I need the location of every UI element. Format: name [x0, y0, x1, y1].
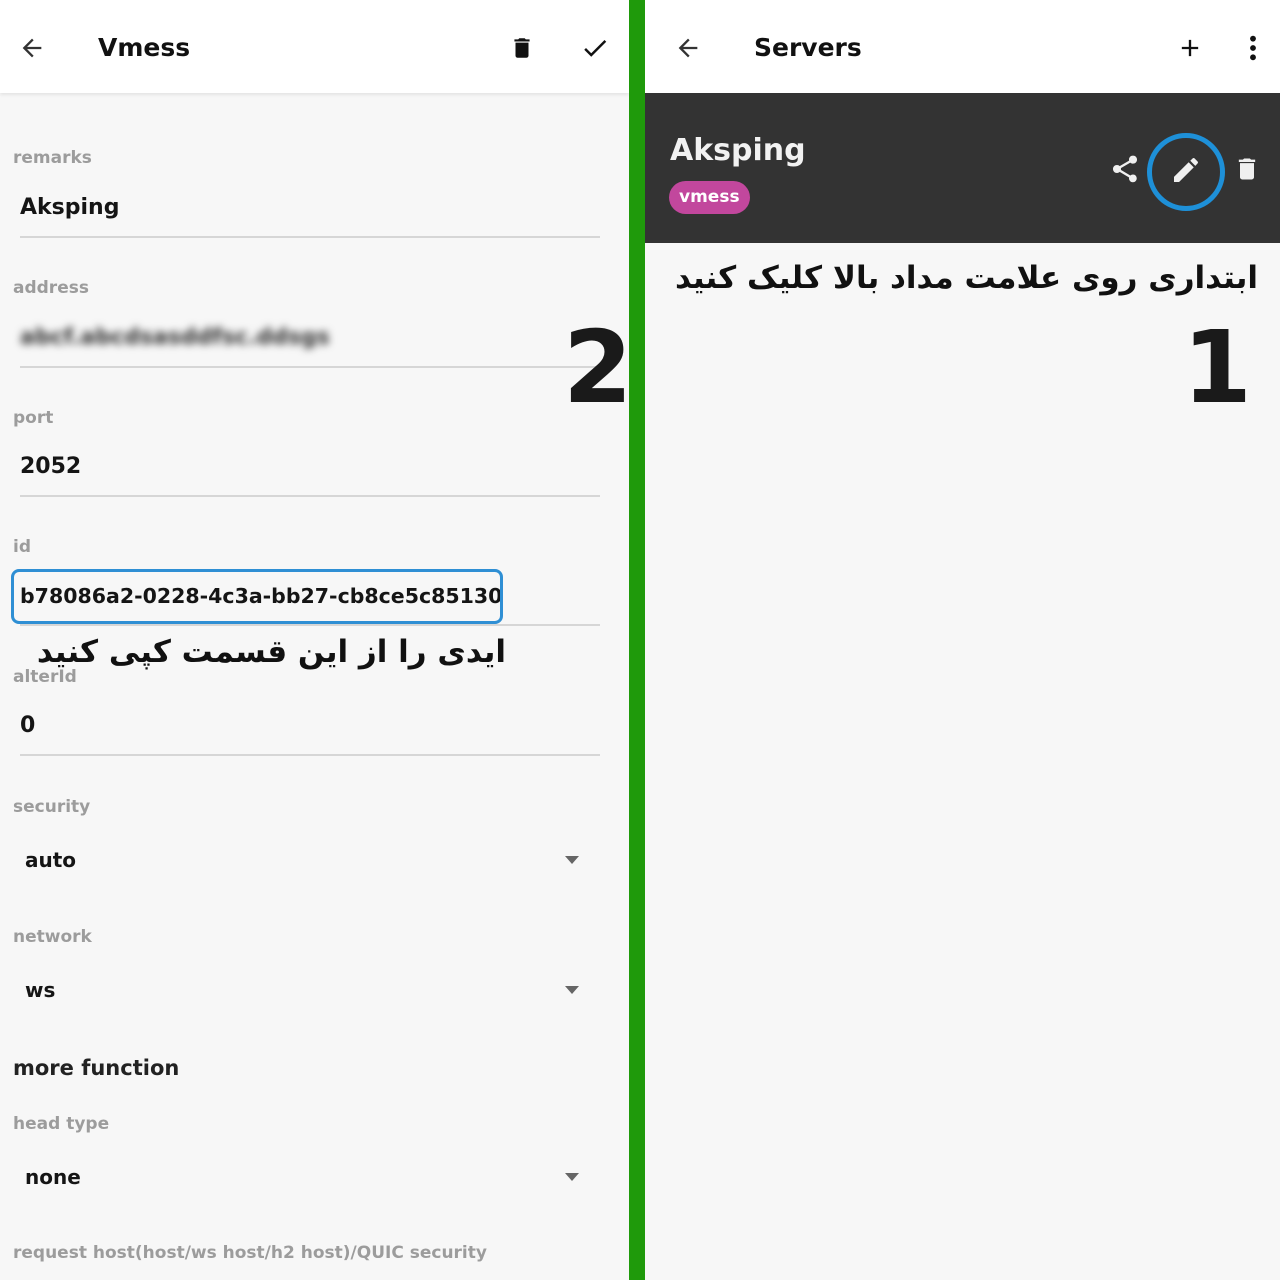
protocol-badge: vmess [669, 181, 750, 214]
page-title: Vmess [98, 33, 191, 62]
plus-icon[interactable] [1168, 26, 1212, 70]
dropdown-arrow-icon [565, 1173, 579, 1181]
copy-id-annotation: ایدی را از این قسمت کپی کنید [36, 634, 506, 670]
click-pencil-annotation: ابتداری روی علامت مداد بالا کلیک کنید [674, 260, 1258, 296]
servers-screen: Servers Aksping vmess ابتداری روی علامت … [645, 0, 1280, 1280]
network-select[interactable]: ws [25, 970, 587, 1010]
id-highlight-box [11, 569, 503, 624]
share-icon[interactable] [1107, 151, 1143, 187]
page-title: Servers [754, 33, 862, 62]
alterid-label: alterId [13, 667, 77, 687]
port-field[interactable]: 2052 [20, 445, 600, 497]
alterid-field[interactable]: 0 [20, 704, 600, 756]
step-number-1: 1 [1182, 309, 1252, 426]
edit-highlight-circle [1147, 133, 1225, 211]
back-arrow-icon[interactable] [10, 26, 54, 70]
panel-divider [629, 0, 645, 1280]
security-label: security [13, 797, 91, 817]
more-function-heading: more function [13, 1056, 180, 1080]
address-field[interactable]: abcf.abcdsasddfsc.ddsgs [20, 316, 600, 368]
port-label: port [13, 408, 54, 428]
dropdown-arrow-icon [565, 986, 579, 994]
left-app-bar: Vmess [0, 0, 629, 93]
step-number-2: 2 [563, 309, 629, 426]
address-label: address [13, 278, 89, 298]
right-app-bar: Servers [645, 0, 1280, 93]
head-type-value: none [25, 1165, 81, 1189]
network-value: ws [25, 978, 56, 1002]
trash-icon[interactable] [1229, 151, 1265, 187]
head-type-select[interactable]: none [25, 1157, 587, 1197]
security-select[interactable]: auto [25, 840, 587, 880]
address-value: abcf.abcdsasddfsc.ddsgs [20, 325, 330, 350]
remarks-label: remarks [13, 148, 92, 168]
check-icon[interactable] [573, 26, 617, 70]
head-type-label: head type [13, 1114, 110, 1134]
trash-icon[interactable] [500, 26, 544, 70]
id-label: id [13, 537, 31, 557]
security-value: auto [25, 848, 77, 872]
request-host-label: request host(host/ws host/h2 host)/QUIC … [13, 1243, 487, 1263]
network-label: network [13, 927, 92, 947]
remarks-field[interactable]: Aksping [20, 186, 600, 238]
back-arrow-icon[interactable] [666, 26, 710, 70]
more-vert-icon[interactable] [1231, 26, 1275, 70]
vmess-edit-screen: Vmess remarks Aksping address abcf.abcds… [0, 0, 629, 1280]
dropdown-arrow-icon [565, 856, 579, 864]
server-name: Aksping [670, 133, 806, 168]
